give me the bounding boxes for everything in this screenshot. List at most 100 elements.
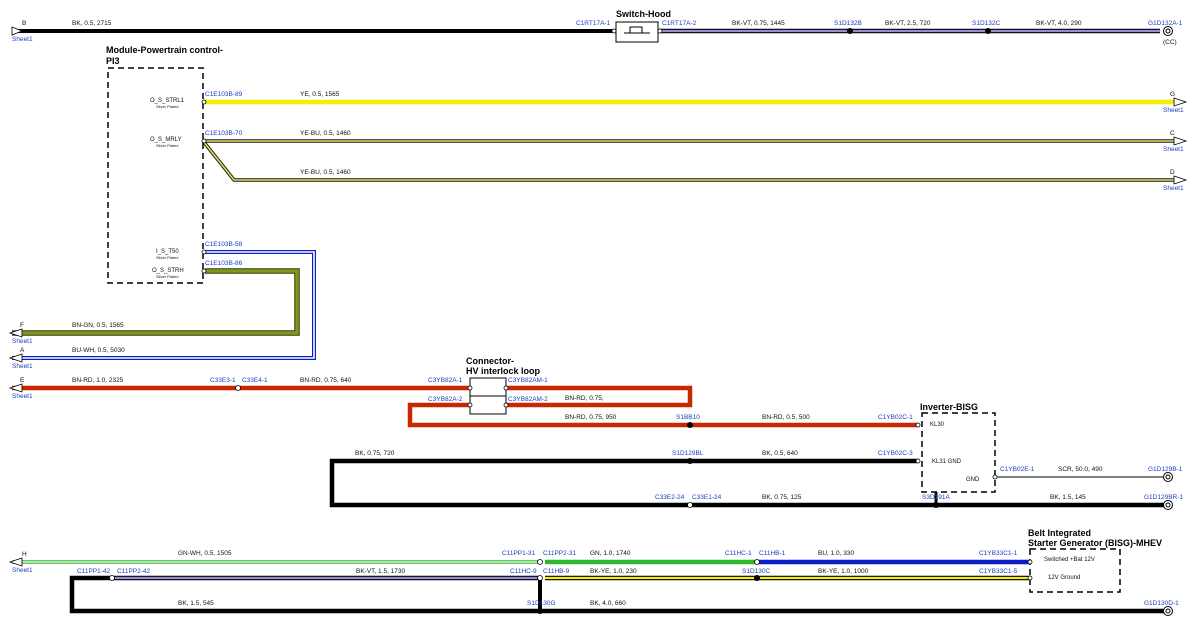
wire-label: BK, 0.5, 2715 [72,20,112,27]
connector-label[interactable]: C11PP2-42 [117,568,151,575]
connector-label[interactable]: C1E103B-58 [205,241,243,248]
connector-label[interactable]: C3YB82AM-1 [508,377,548,384]
connector-label[interactable]: G1D132A-1 [1148,20,1183,27]
connector-label[interactable]: C1YB33C1-1 [979,550,1018,557]
bisg-box[interactable] [1029,548,1121,593]
hv-loop-title-2: HV interlock loop [466,366,541,376]
connector-label[interactable]: S1D129BL [672,450,704,457]
wire-label: BK-VT, 1.5, 1730 [356,568,406,575]
wire-label: BN-RD, 0.75, 640 [300,377,352,384]
connector-label[interactable]: C33E3-1 [210,377,236,384]
wire-label: BN-RD, 0.5, 500 [762,414,810,421]
pcm-pin-3-plating: Silver Plated [156,255,178,260]
offsheet-f-sheet[interactable]: Sheet1 [12,338,33,345]
pcm-title-1: Module-Powertrain control- [106,45,223,55]
splice-s1bb10[interactable] [687,422,693,428]
offsheet-b-arrow-icon[interactable] [11,26,24,36]
connector-label[interactable]: C33E4-1 [242,377,268,384]
connector-label[interactable]: S1D130G [527,600,556,607]
offsheet-a-letter: A [20,347,25,354]
connector-label[interactable]: G1D129BR-1 [1144,494,1183,501]
offsheet-c-sheet[interactable]: Sheet1 [1163,146,1184,153]
wire-label: BN-RD, 0.75, [565,395,604,402]
bisg-title-1: Belt Integrated [1028,528,1091,538]
connector-label[interactable]: C11PP1-31 [502,550,536,557]
offsheet-d-sheet[interactable]: Sheet1 [1163,185,1184,192]
splice-s1d132c[interactable] [985,28,991,34]
ground-terminals [1163,26,1173,616]
connector-label[interactable]: C11PP1-42 [77,568,111,575]
offsheet-g-arrow-icon[interactable] [1173,97,1188,107]
inverter-title: Inverter-BISG [920,402,978,412]
connector-label[interactable]: C11HC-9 [510,568,537,575]
offsheet-a-sheet[interactable]: Sheet1 [12,363,33,370]
connector-label[interactable]: C33E1-24 [692,494,722,501]
splice-s1d130g[interactable] [537,608,543,614]
connector-label[interactable]: C11HB-9 [543,568,570,575]
splice-s1d130c[interactable] [754,575,760,581]
offsheet-a-arrow-icon[interactable] [8,353,23,363]
pcm-pin-4-plating: Silver Plated [156,274,178,279]
switch-hood-box[interactable] [615,21,659,43]
connector-label[interactable]: C1RT17A-1 [576,20,611,27]
connector-label[interactable]: S1D130C [742,568,770,575]
offsheet-g-letter: G [1170,91,1175,98]
inverter-pin-kl30: KL30 [930,422,945,428]
pcm-pin-2-plating: Silver Plated [156,143,178,148]
wire-label: BK, 0.75, 720 [355,450,395,457]
connector-label[interactable]: C11HC-1 [725,550,752,557]
splice-s1d132b[interactable] [847,28,853,34]
wire-label: BU, 1.0, 330 [818,550,855,557]
connector-label[interactable]: C1RT17A-2 [662,20,697,27]
wire-label: BK-VT, 4.0, 290 [1036,20,1082,27]
connector-label[interactable]: C11HB-1 [759,550,786,557]
wire-label: GN-WH, 0.5, 1505 [178,550,232,557]
connector-label[interactable]: C3YB82AM-2 [508,396,548,403]
connector-label[interactable]: G1D129B-1 [1148,466,1183,473]
offsheet-d-letter: D [1170,169,1175,176]
offsheet-b-sheet[interactable]: Sheet1 [12,36,33,43]
offsheet-c-letter: C [1170,130,1175,137]
connector-label[interactable]: C1YB02C-3 [878,450,913,457]
bisg-title-2: Starter Generator (BISG)-MHEV [1028,538,1162,548]
wire-bk-inv-loop[interactable] [329,458,918,508]
bisg-pin-sw: Switched +Bat 12V [1044,557,1095,563]
hv-loop-title-1: Connector- [466,356,514,366]
connector-label[interactable]: S1D132B [834,20,862,27]
connector-label[interactable]: C1E103B-89 [205,91,243,98]
connector-label[interactable]: S3D191A [922,494,950,501]
splice-s1d129bl[interactable] [687,458,693,464]
offsheet-e-sheet[interactable]: Sheet1 [12,393,33,400]
offsheet-c-arrow-icon[interactable] [1173,136,1188,146]
wire-bn-gn-f[interactable] [12,268,300,336]
offsheet-h-arrow-icon[interactable] [8,557,23,567]
connector-label[interactable]: C1E103B-70 [205,130,243,137]
connector-label[interactable]: C33E2-24 [655,494,685,501]
connector-label[interactable]: C11PP2-31 [543,550,577,557]
connector-label[interactable]: C1YB02C-1 [878,414,913,421]
ground-cc-label: (CC) [1163,39,1177,46]
offsheet-f-arrow-icon[interactable] [8,328,23,338]
connector-label[interactable]: S1BB10 [676,414,700,421]
offsheet-d-arrow-icon[interactable] [1173,175,1188,185]
connector-label[interactable]: G1D130D-1 [1144,600,1179,607]
offsheet-h-sheet[interactable]: Sheet1 [12,567,33,574]
wire-label: BK-VT, 2.5, 720 [885,20,931,27]
connector-label[interactable]: C3YB82A-1 [428,377,463,384]
offsheet-b-letter: B [22,20,26,27]
connector-label[interactable]: S1D132C [972,20,1000,27]
wire-bn-gn-f-stripe [12,269,299,335]
bisg-pin-gnd: 12V Ground [1048,575,1080,581]
connector-label[interactable]: C1E103B-86 [205,260,243,267]
connector-pins [109,28,1033,581]
wire-label: BN-RD, 0.75, 950 [565,414,617,421]
offsheet-e-letter: E [20,377,25,384]
connector-label[interactable]: C1YB02E-1 [1000,466,1035,473]
splice-s3d191a[interactable] [933,502,939,508]
offsheet-g-sheet[interactable]: Sheet1 [1163,107,1184,114]
connector-label[interactable]: C1YB33C1-5 [979,568,1018,575]
wire-label: BU-WH, 0.5, 5030 [72,347,125,354]
connector-label[interactable]: C3YB82A-2 [428,396,463,403]
pcm-title-2: PI3 [106,56,120,66]
offsheet-e-arrow-icon[interactable] [8,383,23,393]
